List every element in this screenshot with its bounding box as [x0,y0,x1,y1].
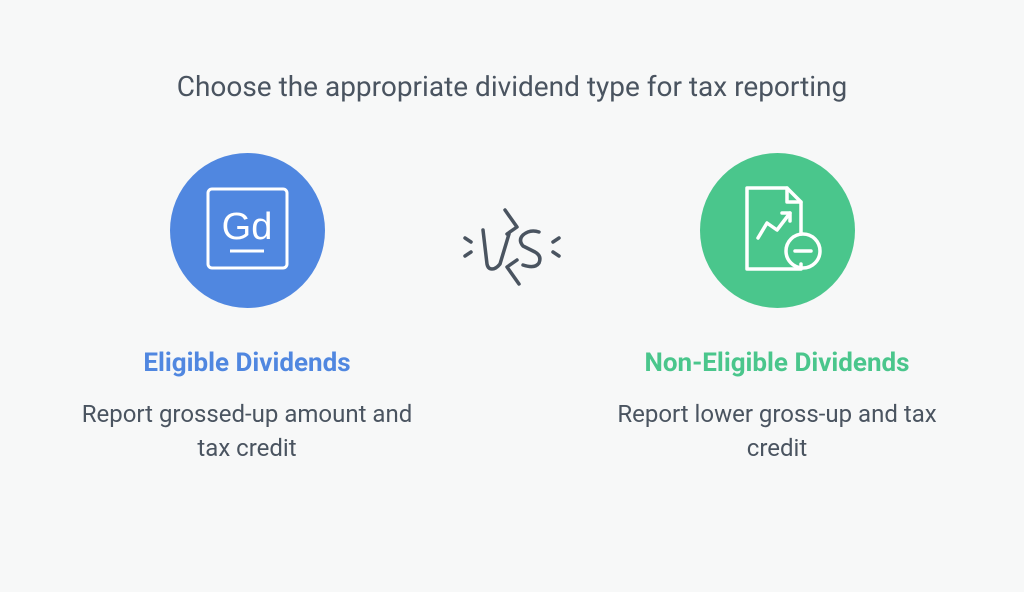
gd-element-icon: Gd [200,181,295,280]
eligible-description: Report grossed-up amount and tax credit [77,398,417,465]
non-eligible-description: Report lower gross-up and tax credit [607,398,947,465]
eligible-title: Eligible Dividends [143,348,350,378]
vs-separator [457,202,567,296]
document-chart-minus-icon [725,176,830,285]
svg-text:Gd: Gd [221,206,272,248]
option-non-eligible: Non-Eligible Dividends Report lower gros… [607,153,947,465]
comparison-container: Gd Eligible Dividends Report grossed-up … [0,153,1024,465]
non-eligible-icon-circle [700,153,855,308]
vs-icon [457,202,567,296]
option-eligible: Gd Eligible Dividends Report grossed-up … [77,153,417,465]
page-title: Choose the appropriate dividend type for… [177,70,847,103]
non-eligible-title: Non-Eligible Dividends [644,348,909,378]
eligible-icon-circle: Gd [170,153,325,308]
